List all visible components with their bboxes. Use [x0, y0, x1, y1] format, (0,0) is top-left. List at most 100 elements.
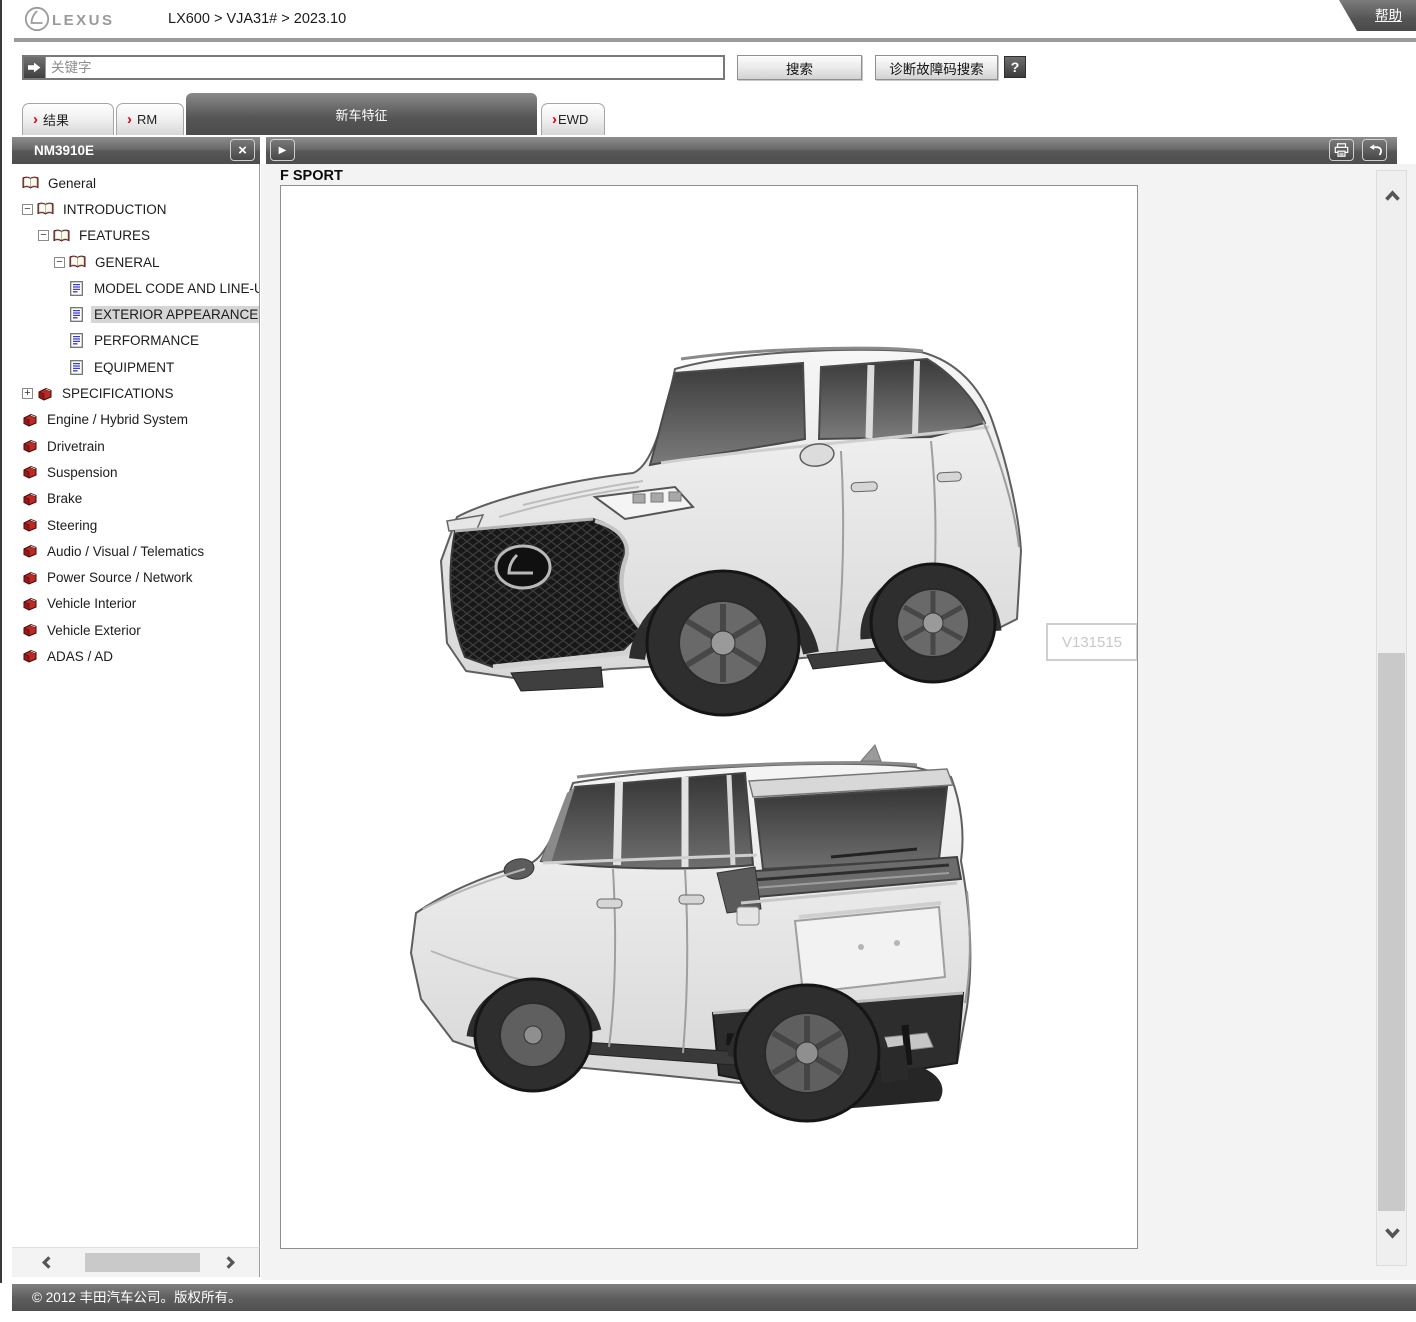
closed-book-icon — [22, 492, 38, 506]
question-mark-icon[interactable]: ? — [1004, 56, 1026, 78]
tree-item-label: SPECIFICATIONS — [59, 385, 177, 402]
expand-toggle-icon[interactable]: + — [22, 388, 33, 399]
tree-item[interactable]: EQUIPMENT — [12, 354, 259, 380]
tab-ewd[interactable]: ›EWD — [541, 103, 605, 135]
back-arrow-icon[interactable] — [1362, 139, 1387, 161]
scroll-down-icon[interactable] — [1384, 1226, 1401, 1245]
chevron-right-icon: › — [127, 112, 132, 127]
front-view-illustration — [371, 321, 1061, 721]
copyright-bar: © 2012 丰田汽车公司。版权所有。 — [12, 1284, 1416, 1311]
tree-item[interactable]: Steering — [12, 512, 259, 538]
closed-book-icon — [22, 544, 38, 558]
tree-item[interactable]: PERFORMANCE — [12, 328, 259, 354]
header: LEXUS LX600 > VJA31# > 2023.10 帮助 — [12, 0, 1416, 38]
tree-item[interactable]: Engine / Hybrid System — [12, 407, 259, 433]
tree-item[interactable]: Audio / Visual / Telematics — [12, 538, 259, 564]
collapse-toggle-icon[interactable]: − — [54, 257, 65, 268]
tab-new-car-features[interactable]: 新车特征 — [186, 93, 537, 135]
document-icon — [70, 360, 83, 375]
tab-label: EWD — [558, 112, 588, 127]
tree-item-label: ADAS / AD — [44, 648, 116, 665]
collapse-toggle-icon[interactable]: − — [22, 204, 33, 215]
closed-book-icon — [22, 413, 38, 427]
navigation-tree: General − INTRODUCTION − FEATURES −GENERAL MOD… — [12, 164, 260, 1247]
chevron-right-icon: › — [552, 112, 557, 127]
scroll-left-icon[interactable] — [40, 1255, 55, 1275]
open-book-icon — [37, 202, 54, 216]
tree-item[interactable]: + SPECIFICATIONS — [12, 380, 259, 406]
tree-item[interactable]: Suspension — [12, 459, 259, 485]
tree-item-label: EXTERIOR APPEARANCE — [91, 306, 260, 323]
tab-bar: ›结果›RM新车特征›EWD — [22, 93, 1416, 135]
figure-id-label: V131515 — [1046, 623, 1138, 661]
closed-book-icon — [22, 649, 38, 663]
sidebar-toolbar: NM3910E × — [12, 137, 260, 164]
closed-book-icon — [22, 597, 38, 611]
tree-item[interactable]: Drivetrain — [12, 433, 259, 459]
lexus-wordmark: LEXUS — [52, 12, 115, 29]
dtc-search-button[interactable]: 诊断故障码搜索 — [875, 55, 998, 80]
chevron-right-icon: › — [33, 112, 38, 127]
closed-book-icon — [22, 623, 38, 637]
vertical-scroll-thumb[interactable] — [1378, 653, 1405, 1211]
tree-item-label: MODEL CODE AND LINE-UP — [91, 280, 260, 297]
tree-item-label: Vehicle Interior — [44, 595, 139, 612]
tree-item-label: Steering — [44, 517, 100, 534]
closed-book-icon — [22, 439, 38, 453]
arrow-right-icon — [24, 57, 46, 78]
search-button[interactable]: 搜索 — [737, 55, 862, 80]
tree-item-label: FEATURES — [76, 227, 153, 244]
tree-item-label: Drivetrain — [44, 438, 108, 455]
open-book-icon — [22, 176, 39, 190]
tree-item[interactable]: − INTRODUCTION — [12, 196, 259, 222]
tree-item[interactable]: − FEATURES — [12, 223, 259, 249]
print-icon[interactable] — [1329, 139, 1354, 161]
content-toolbar: ▶ — [266, 137, 1397, 164]
close-icon[interactable]: × — [230, 139, 255, 161]
sidebar-horizontal-scrollbar[interactable] — [12, 1247, 260, 1277]
tab-rm[interactable]: › RM — [116, 103, 184, 135]
tree-item[interactable]: General — [12, 170, 259, 196]
open-book-icon — [53, 229, 70, 243]
tree-item-label: General — [45, 175, 99, 192]
breadcrumb: LX600 > VJA31# > 2023.10 — [168, 11, 346, 27]
tree-item[interactable]: ADAS / AD — [12, 643, 259, 669]
closed-book-icon — [22, 518, 38, 532]
tree-item[interactable]: MODEL CODE AND LINE-UP — [12, 275, 259, 301]
tree-item[interactable]: −GENERAL — [12, 249, 259, 275]
tree-item[interactable]: Brake — [12, 486, 259, 512]
tree-item[interactable]: Power Source / Network — [12, 564, 259, 590]
tab-label: 新车特征 — [335, 105, 387, 124]
tree-item-label: PERFORMANCE — [91, 332, 202, 349]
closed-book-icon — [22, 465, 38, 479]
search-box — [22, 55, 725, 80]
document-icon — [70, 281, 83, 296]
tree-item-label: EQUIPMENT — [91, 359, 177, 376]
tab-label: 结果 — [43, 110, 69, 129]
search-input[interactable] — [46, 57, 723, 78]
tree-item-label: Engine / Hybrid System — [44, 411, 191, 428]
tree-item-label: Power Source / Network — [44, 569, 196, 586]
tree-item[interactable]: Vehicle Exterior — [12, 617, 259, 643]
horizontal-scroll-thumb[interactable] — [85, 1253, 200, 1272]
tab-results[interactable]: › 结果 — [22, 103, 114, 135]
open-book-icon — [69, 255, 86, 269]
scroll-right-icon[interactable] — [222, 1255, 237, 1275]
expand-panel-icon[interactable]: ▶ — [270, 139, 295, 161]
closed-book-icon — [37, 387, 53, 401]
document-icon — [70, 333, 83, 348]
tab-label: RM — [137, 112, 157, 127]
help-button[interactable]: 帮助 — [1339, 0, 1416, 31]
tree-item[interactable]: EXTERIOR APPEARANCE — [12, 301, 259, 327]
search-row: 搜索 诊断故障码搜索 ? — [0, 55, 1416, 81]
header-divider — [14, 38, 1416, 42]
tree-item-label: Brake — [44, 490, 85, 507]
lexus-logo: LEXUS — [24, 6, 142, 32]
vehicle-figure: V131515 — [280, 185, 1138, 1249]
tree-item-label: INTRODUCTION — [60, 201, 170, 218]
tree-item-label: Vehicle Exterior — [44, 622, 144, 639]
content-vertical-scrollbar[interactable] — [1376, 170, 1407, 1266]
collapse-toggle-icon[interactable]: − — [38, 230, 49, 241]
tree-item[interactable]: Vehicle Interior — [12, 591, 259, 617]
scroll-up-icon[interactable] — [1384, 189, 1401, 208]
